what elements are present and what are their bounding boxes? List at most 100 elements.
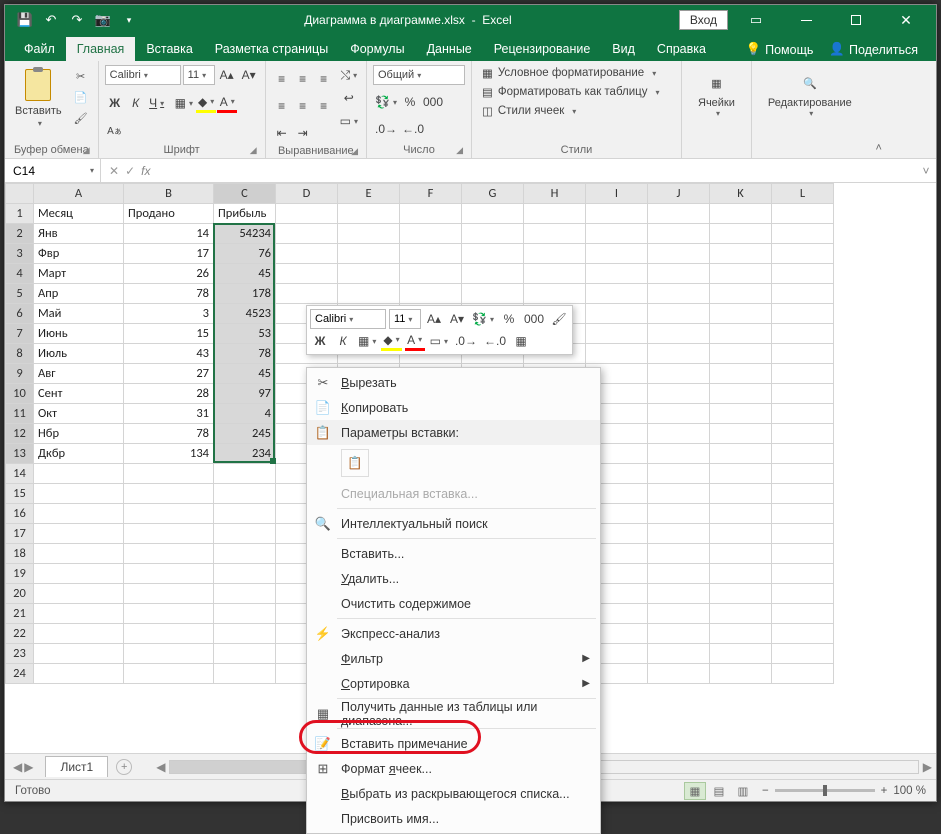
grow-font-icon[interactable]: A▴ [217, 65, 237, 85]
row-header-9[interactable]: 9 [6, 364, 34, 384]
cell-F5[interactable] [400, 284, 462, 304]
cell-E3[interactable] [338, 244, 400, 264]
cell-K17[interactable] [710, 524, 772, 544]
row-header-8[interactable]: 8 [6, 344, 34, 364]
cell-K7[interactable] [710, 324, 772, 344]
cell-C14[interactable] [214, 464, 276, 484]
collapse-ribbon-icon[interactable]: ˄ [868, 61, 890, 158]
cell-L9[interactable] [772, 364, 834, 384]
mini-accounting-icon[interactable]: 💱▾ [470, 309, 496, 329]
cell-C22[interactable] [214, 624, 276, 644]
add-sheet-button[interactable]: + [116, 759, 132, 775]
qat-customize-icon[interactable]: ▾ [121, 12, 137, 28]
cell-J10[interactable] [648, 384, 710, 404]
undo-icon[interactable]: ↶ [43, 12, 59, 28]
cell-K5[interactable] [710, 284, 772, 304]
mini-format-painter-icon[interactable]: 🖌 [549, 309, 569, 329]
cell-E1[interactable] [338, 204, 400, 224]
cell-J22[interactable] [648, 624, 710, 644]
ctx-filter[interactable]: Фильтр▶ [307, 646, 600, 671]
cell-C23[interactable] [214, 644, 276, 664]
row-header-14[interactable]: 14 [6, 464, 34, 484]
cell-L23[interactable] [772, 644, 834, 664]
cell-J2[interactable] [648, 224, 710, 244]
row-header-11[interactable]: 11 [6, 404, 34, 424]
zoom-level[interactable]: 100 % [893, 785, 926, 797]
cell-K20[interactable] [710, 584, 772, 604]
cell-L24[interactable] [772, 664, 834, 684]
cell-L7[interactable] [772, 324, 834, 344]
col-header-H[interactable]: H [524, 184, 586, 204]
cell-A6[interactable]: Май [34, 304, 124, 324]
view-page-break-icon[interactable]: ▥ [732, 782, 754, 800]
cell-I5[interactable] [586, 284, 648, 304]
col-header-B[interactable]: B [124, 184, 214, 204]
cell-K10[interactable] [710, 384, 772, 404]
cell-J23[interactable] [648, 644, 710, 664]
mini-grow-font-icon[interactable]: A▴ [424, 309, 444, 329]
ctx-quick-analysis[interactable]: ⚡Экспресс-анализ [307, 621, 600, 646]
row-header-5[interactable]: 5 [6, 284, 34, 304]
cell-K3[interactable] [710, 244, 772, 264]
decrease-indent-icon[interactable]: ⇤ [272, 123, 292, 143]
cell-L10[interactable] [772, 384, 834, 404]
cell-K9[interactable] [710, 364, 772, 384]
phonetic-icon[interactable]: Aぁ [105, 121, 125, 141]
mini-dec-decimal-icon[interactable]: ←.0 [482, 331, 508, 351]
cell-B12[interactable]: 78 [124, 424, 214, 444]
cell-A8[interactable]: Июль [34, 344, 124, 364]
cell-I3[interactable] [586, 244, 648, 264]
cell-L4[interactable] [772, 264, 834, 284]
cell-K6[interactable] [710, 304, 772, 324]
cell-A18[interactable] [34, 544, 124, 564]
alignment-launcher-icon[interactable]: ◢ [351, 146, 358, 157]
cell-B18[interactable] [124, 544, 214, 564]
cell-H4[interactable] [524, 264, 586, 284]
cell-C1[interactable]: Прибыль [214, 204, 276, 224]
align-bottom-icon[interactable]: ≡ [314, 69, 334, 89]
accounting-icon[interactable]: 💱▾ [373, 92, 399, 112]
cell-A21[interactable] [34, 604, 124, 624]
cell-B22[interactable] [124, 624, 214, 644]
mini-shrink-font-icon[interactable]: A▾ [447, 309, 467, 329]
cell-F1[interactable] [400, 204, 462, 224]
cell-J19[interactable] [648, 564, 710, 584]
cell-C10[interactable]: 97 [214, 384, 276, 404]
cell-K16[interactable] [710, 504, 772, 524]
cell-B5[interactable]: 78 [124, 284, 214, 304]
tellme-button[interactable]: 💡Помощь [740, 38, 820, 61]
cell-L12[interactable] [772, 424, 834, 444]
editing-button[interactable]: 🔍 Редактирование ▾ [758, 65, 862, 122]
cell-C19[interactable] [214, 564, 276, 584]
increase-decimal-icon[interactable]: .0→ [373, 119, 399, 139]
enter-formula-icon[interactable]: ✓ [125, 164, 135, 178]
cell-K24[interactable] [710, 664, 772, 684]
zoom-control[interactable]: − + 100 % [762, 785, 926, 797]
format-painter-icon[interactable]: 🖌 [72, 109, 90, 127]
cell-A20[interactable] [34, 584, 124, 604]
cell-L8[interactable] [772, 344, 834, 364]
cell-C5[interactable]: 178 [214, 284, 276, 304]
cell-J5[interactable] [648, 284, 710, 304]
cell-C9[interactable]: 45 [214, 364, 276, 384]
cell-A3[interactable]: Фвр [34, 244, 124, 264]
cell-D2[interactable] [276, 224, 338, 244]
cell-C6[interactable]: 4523 [214, 304, 276, 324]
mini-italic-button[interactable]: К [333, 331, 353, 351]
cell-K12[interactable] [710, 424, 772, 444]
cell-styles-button[interactable]: ◫Стили ячеек▾ [478, 103, 664, 119]
mini-percent-icon[interactable]: % [499, 309, 519, 329]
align-left-icon[interactable]: ≡ [272, 96, 292, 116]
cell-J13[interactable] [648, 444, 710, 464]
cell-J14[interactable] [648, 464, 710, 484]
cell-F2[interactable] [400, 224, 462, 244]
cell-I1[interactable] [586, 204, 648, 224]
expand-formula-bar-icon[interactable]: ˅ [916, 164, 936, 178]
cell-A10[interactable]: Сент [34, 384, 124, 404]
cell-B17[interactable] [124, 524, 214, 544]
cell-J16[interactable] [648, 504, 710, 524]
ctx-format-cells[interactable]: ⊞Формат ячеек... [307, 756, 600, 781]
cell-D5[interactable] [276, 284, 338, 304]
cell-A19[interactable] [34, 564, 124, 584]
cell-K21[interactable] [710, 604, 772, 624]
